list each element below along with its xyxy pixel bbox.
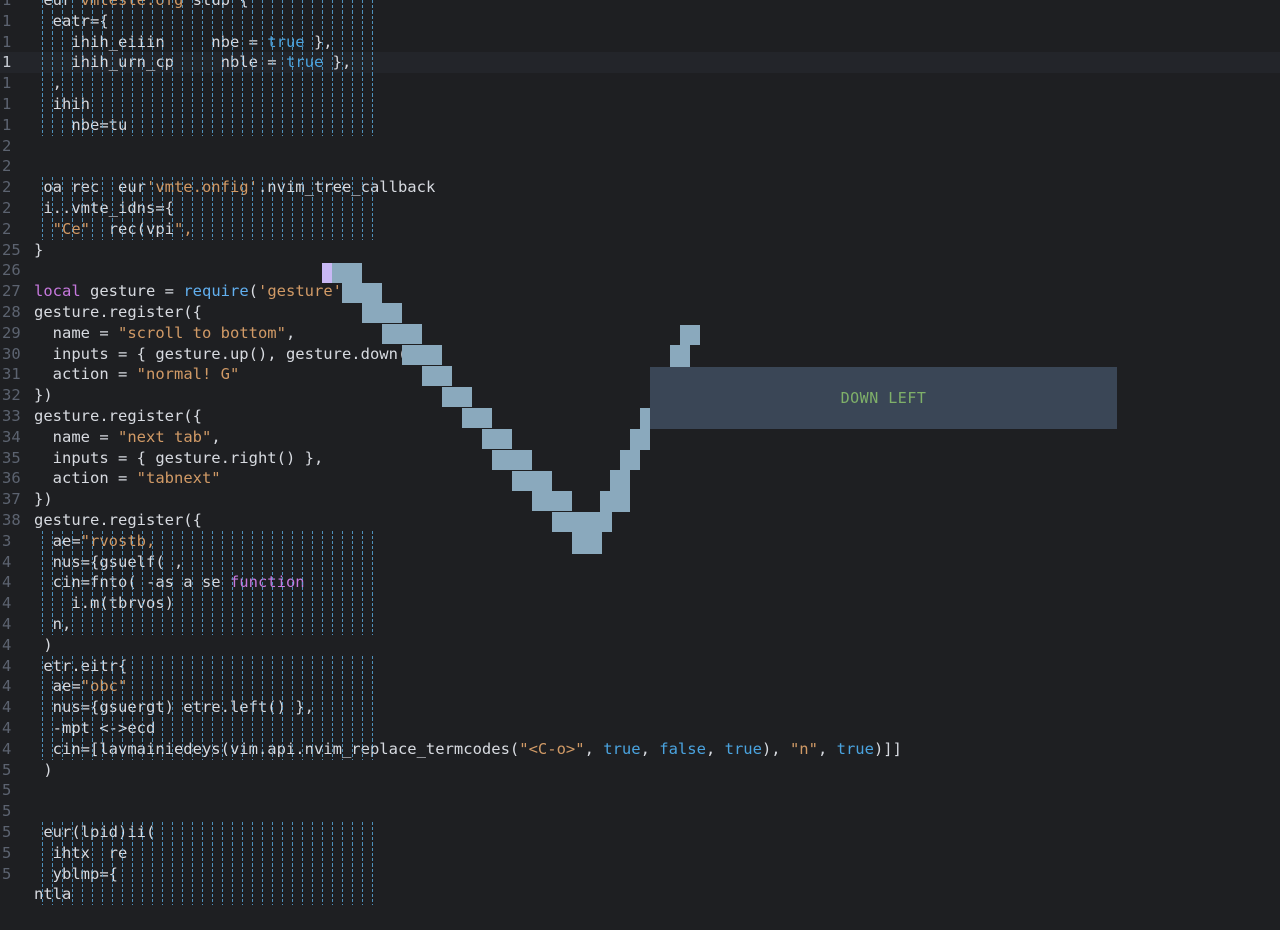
gesture-trail (332, 263, 700, 554)
trail-block (680, 325, 700, 345)
trail-block (442, 387, 472, 407)
trail-block (600, 491, 630, 512)
trail-block (572, 532, 602, 554)
trail-block (552, 512, 612, 532)
trail-block (532, 491, 572, 511)
trail-block (362, 303, 402, 323)
gesture-direction-label: DOWN LEFT (650, 367, 1117, 429)
trail-block (462, 408, 492, 428)
trail-block (512, 471, 552, 491)
trail-block (482, 429, 512, 449)
trail-block (670, 345, 690, 367)
trail-block (492, 450, 532, 470)
trail-block (382, 324, 422, 344)
trail-block (422, 366, 452, 386)
trail-block (640, 408, 650, 429)
text-cursor (322, 263, 332, 283)
trail-block (402, 345, 442, 365)
trail-block (332, 263, 362, 283)
trail-block (610, 470, 630, 491)
trail-block (630, 429, 650, 450)
trail-block (342, 283, 382, 303)
trail-block (620, 450, 640, 470)
